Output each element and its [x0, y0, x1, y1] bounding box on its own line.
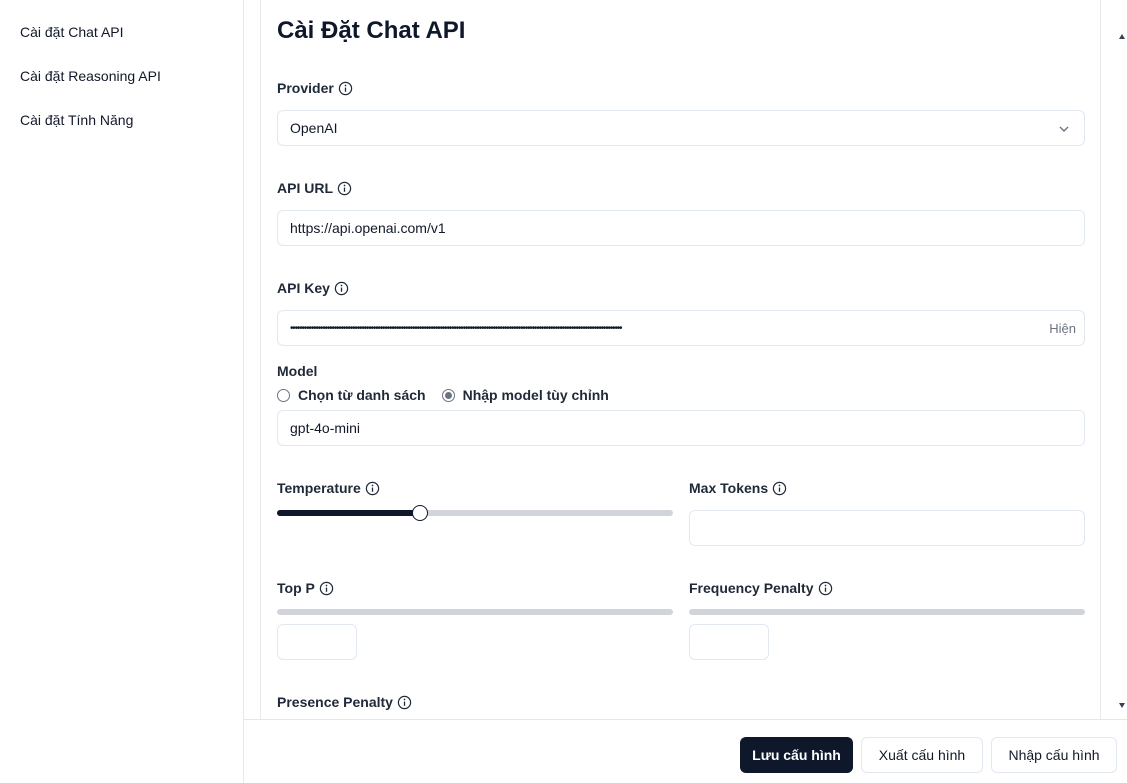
- api-key-label: API Key: [277, 280, 349, 296]
- scroll-down-arrow-icon[interactable]: [1118, 701, 1126, 709]
- provider-value: OpenAI: [290, 120, 338, 136]
- frequency-penalty-input[interactable]: [689, 624, 769, 660]
- provider-label: Provider: [277, 80, 353, 96]
- sidebar-item-chat-api[interactable]: Cài đặt Chat API: [20, 24, 124, 40]
- sidebar-item-reasoning-api[interactable]: Cài đặt Reasoning API: [20, 68, 161, 84]
- scrollbar[interactable]: [1117, 0, 1127, 719]
- info-circle-icon[interactable]: [397, 695, 412, 710]
- api-url-label: API URL: [277, 180, 352, 196]
- api-key-label-text: API Key: [277, 280, 330, 296]
- api-url-input[interactable]: https://api.openai.com/v1: [277, 210, 1085, 246]
- radio-custom-label[interactable]: Nhập model tùy chỉnh: [463, 387, 609, 403]
- page-title: Cài Đặt Chat API: [277, 17, 466, 44]
- frequency-penalty-slider[interactable]: [689, 609, 1085, 615]
- api-key-masked: ••••••••••••••••••••••••••••••••••••••••…: [290, 322, 623, 334]
- temperature-slider-fill: [277, 510, 420, 516]
- top-p-slider[interactable]: [277, 609, 673, 615]
- info-circle-icon[interactable]: [338, 81, 353, 96]
- info-circle-icon[interactable]: [818, 581, 833, 596]
- temperature-slider-thumb[interactable]: [412, 505, 428, 521]
- max-tokens-label: Max Tokens: [689, 480, 787, 496]
- radio-list[interactable]: [277, 388, 290, 402]
- model-value: gpt-4o-mini: [290, 420, 361, 436]
- provider-label-text: Provider: [277, 80, 334, 96]
- provider-select[interactable]: OpenAI: [277, 110, 1085, 146]
- export-config-button[interactable]: Xuất cấu hình: [861, 737, 983, 773]
- info-circle-icon[interactable]: [337, 181, 352, 196]
- presence-penalty-label-text: Presence Penalty: [277, 694, 393, 710]
- save-config-button[interactable]: Lưu cấu hình: [740, 737, 853, 773]
- model-input[interactable]: gpt-4o-mini: [277, 410, 1085, 446]
- sidebar-item-features[interactable]: Cài đặt Tính Năng: [20, 112, 133, 128]
- api-url-value: https://api.openai.com/v1: [290, 220, 446, 236]
- import-config-button[interactable]: Nhập cấu hình: [991, 737, 1117, 773]
- max-tokens-input[interactable]: [689, 510, 1085, 546]
- api-key-input[interactable]: ••••••••••••••••••••••••••••••••••••••••…: [277, 310, 1085, 346]
- show-key-toggle[interactable]: Hiện: [1049, 321, 1076, 336]
- info-circle-icon[interactable]: [334, 281, 349, 296]
- model-label: Model: [277, 363, 317, 379]
- radio-list-label[interactable]: Chọn từ danh sách: [298, 387, 426, 403]
- footer-bar: Lưu cấu hình Xuất cấu hình Nhập cấu hình: [244, 719, 1127, 783]
- model-mode-radios: Chọn từ danh sách Nhập model tùy chỉnh: [277, 387, 609, 403]
- info-circle-icon[interactable]: [319, 581, 334, 596]
- top-p-label-text: Top P: [277, 580, 315, 596]
- temperature-slider[interactable]: [277, 505, 673, 521]
- frequency-penalty-label-text: Frequency Penalty: [689, 580, 814, 596]
- info-circle-icon[interactable]: [365, 481, 380, 496]
- info-circle-icon[interactable]: [772, 481, 787, 496]
- temperature-label-text: Temperature: [277, 480, 361, 496]
- chevron-down-icon: [1059, 126, 1069, 132]
- top-p-label: Top P: [277, 580, 334, 596]
- temperature-label: Temperature: [277, 480, 380, 496]
- sidebar: Cài đặt Chat API Cài đặt Reasoning API C…: [0, 0, 244, 783]
- radio-custom[interactable]: [441, 388, 455, 402]
- scroll-up-arrow-icon[interactable]: [1118, 33, 1126, 41]
- api-url-label-text: API URL: [277, 180, 333, 196]
- model-label-text: Model: [277, 363, 318, 379]
- presence-penalty-label: Presence Penalty: [277, 694, 412, 710]
- frequency-penalty-label: Frequency Penalty: [689, 580, 833, 596]
- max-tokens-label-text: Max Tokens: [689, 480, 769, 496]
- top-p-input[interactable]: [277, 624, 357, 660]
